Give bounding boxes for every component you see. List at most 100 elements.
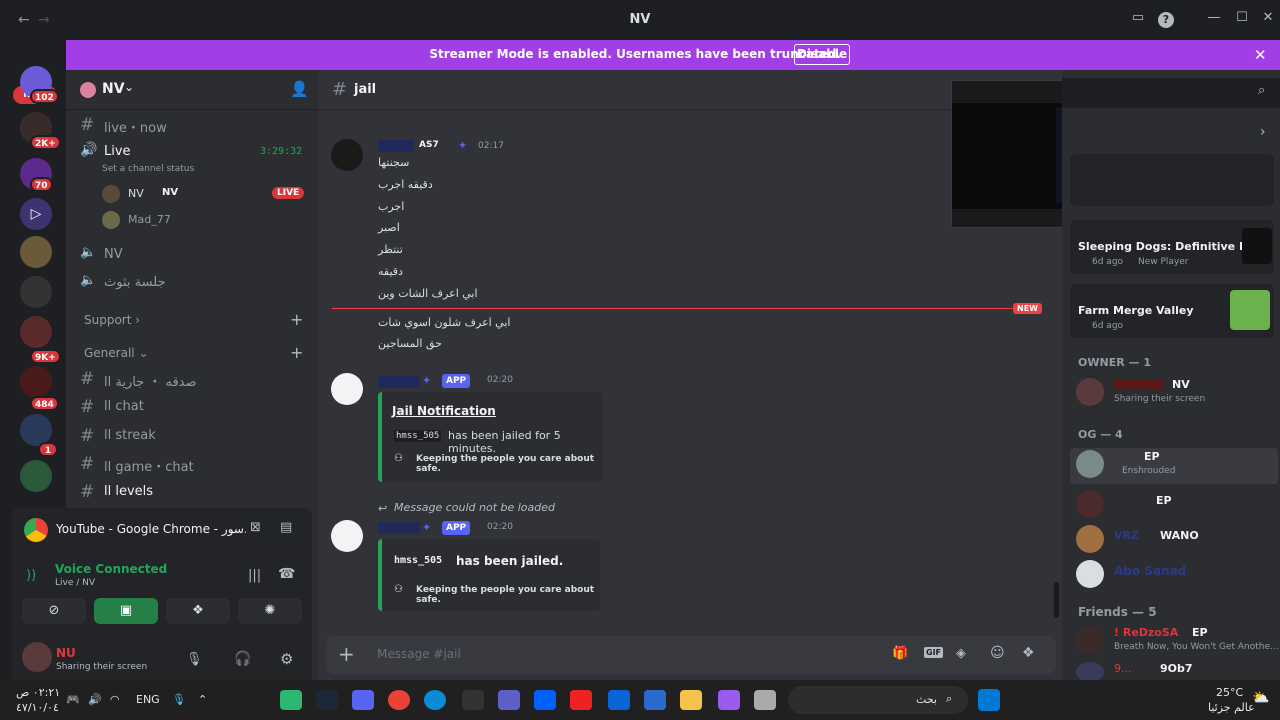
bot-avatar[interactable] [331, 373, 363, 405]
server-header[interactable]: NV ⌄ 👤 [66, 70, 318, 110]
avatar[interactable] [331, 139, 363, 171]
headphones-icon[interactable]: 🎧 [234, 651, 251, 667]
member-friend[interactable]: 9... 9Ob7 [1076, 660, 1276, 682]
hidden-username[interactable] [378, 140, 414, 152]
language-indicator[interactable]: ENG [136, 693, 160, 706]
voice-channel-session[interactable]: 🔈 جلسة بثوث [80, 271, 310, 295]
dropbox-icon[interactable] [534, 690, 556, 710]
stream-settings-icon[interactable]: ▤ [280, 520, 292, 535]
teams-icon[interactable] [498, 690, 520, 710]
clock-date[interactable]: ٤٧/١٠/٠٤ [16, 701, 59, 714]
category-general[interactable]: Generall ⌄ [84, 346, 149, 360]
activities-button[interactable]: ❖ [166, 598, 230, 624]
member-og[interactable]: EP Enshrouded [1070, 448, 1278, 484]
disconnect-icon[interactable]: ☎ [278, 566, 295, 582]
voice-user[interactable]: Mad_77 [102, 211, 302, 231]
soundboard-button[interactable]: ✺ [238, 598, 302, 624]
server-icon[interactable] [20, 316, 52, 348]
gear-icon[interactable]: ⚙ [280, 650, 293, 668]
taskbar-app-icon[interactable] [570, 690, 592, 710]
mail-icon[interactable] [608, 690, 630, 710]
channel-sadaqa[interactable]: # صدقه ・ جارية اا [80, 367, 310, 391]
epic-games-icon[interactable] [462, 690, 484, 710]
microphone-icon[interactable]: 🎙 [186, 652, 203, 667]
activity-placeholder-card[interactable] [1070, 154, 1274, 206]
stop-stream-icon[interactable]: ⊠ [250, 520, 261, 535]
minimize-icon[interactable]: — [1204, 10, 1224, 30]
weather-icon[interactable]: ⛅ [1252, 690, 1269, 706]
copilot-icon[interactable] [718, 690, 740, 710]
gift-icon[interactable]: 🎁 [892, 646, 908, 661]
maximize-icon[interactable]: ☐ [1232, 10, 1252, 30]
tray-overflow-icon[interactable]: ⌃ [198, 693, 207, 706]
clock-time[interactable]: ٠٢:٢١ ص [16, 686, 60, 699]
noise-suppression-icon[interactable]: ||| [248, 568, 261, 583]
toggle-camera-button[interactable]: ⊘ [22, 598, 86, 624]
add-channel-icon[interactable]: + [290, 343, 303, 362]
voice-channel-live[interactable]: 🔊 Live 3:29:32 [80, 140, 310, 164]
bot-avatar[interactable] [331, 520, 363, 552]
close-banner-icon[interactable]: ✕ [1254, 46, 1267, 64]
signal-icon[interactable]: )) [26, 568, 36, 583]
apps-icon[interactable]: ❖ [1022, 645, 1035, 661]
file-explorer-icon[interactable] [680, 690, 702, 710]
inbox-icon[interactable]: ▭ [1128, 10, 1148, 30]
store-icon[interactable] [644, 690, 666, 710]
weather-desc[interactable]: عالم جزئيا [1208, 701, 1255, 714]
discord-icon[interactable] [352, 690, 374, 710]
steam-icon[interactable] [316, 690, 338, 710]
screen-share-card[interactable]: YouTube - Google Chrome - سور... ⊠ ▤ [12, 508, 312, 552]
close-window-icon[interactable]: ✕ [1258, 10, 1278, 30]
taskbar-search[interactable]: بحث ⌕ [788, 686, 968, 714]
disable-streamer-mode-button[interactable]: Disable [794, 44, 850, 65]
chrome-icon[interactable] [388, 690, 410, 710]
activity-card[interactable]: Sleeping Dogs: Definitive E... 6d ago Ne… [1070, 220, 1274, 274]
hidden-username[interactable] [378, 376, 420, 388]
weather-temp[interactable]: 25°C [1216, 686, 1243, 699]
server-icon[interactable]: ▷ [20, 198, 52, 230]
screen-share-button[interactable]: ▣ [94, 598, 158, 624]
channel-live-now[interactable]: # live・now [80, 113, 310, 137]
emoji-icon[interactable]: ☺ [990, 645, 1005, 661]
member-search[interactable]: ⌕ [1062, 78, 1280, 108]
chevron-right-icon[interactable]: › [1260, 124, 1266, 140]
invite-people-icon[interactable]: 👤 [290, 80, 309, 98]
channel-chat[interactable]: # اا chat [80, 395, 310, 419]
member-owner[interactable]: NV Sharing their screen [1076, 376, 1276, 412]
user-name[interactable]: NU [56, 646, 76, 660]
channel-game-chat[interactable]: # اا game・chat [80, 452, 310, 476]
edge-icon[interactable] [424, 690, 446, 710]
voice-channel-path[interactable]: Live / NV [55, 578, 95, 588]
activity-card[interactable]: Farm Merge Valley 6d ago [1070, 284, 1274, 338]
add-channel-icon[interactable]: + [290, 310, 303, 329]
hidden-username[interactable] [378, 522, 420, 534]
chat-scrollbar[interactable] [1054, 582, 1059, 618]
microphone-tray-icon[interactable]: 🎙 [172, 693, 186, 706]
attach-plus-icon[interactable]: + [338, 642, 355, 666]
gamepad-icon[interactable]: 🎮 [66, 693, 80, 706]
voice-channel-nv[interactable]: 🔈 NV [80, 243, 310, 267]
sticker-icon[interactable]: ◈ [956, 646, 966, 661]
embed-title[interactable]: Jail Notification [392, 404, 496, 418]
server-icon[interactable] [20, 366, 52, 398]
category-support[interactable]: Support › [84, 313, 140, 327]
voice-user[interactable]: NV NV LIVE [102, 185, 316, 205]
member-friend[interactable]: ! ReDzoSA EP Breath Now, You Won't Get A… [1076, 624, 1279, 660]
volume-icon[interactable]: 🔊 [88, 693, 102, 706]
task-view-icon[interactable] [754, 690, 776, 710]
member-og[interactable]: Abo Sanad [1076, 558, 1276, 594]
server-icon[interactable] [20, 236, 52, 268]
server-icon[interactable] [20, 276, 52, 308]
help-icon[interactable]: ? [1158, 12, 1174, 28]
channel-levels[interactable]: # اا levels [80, 480, 310, 504]
windows-start-icon[interactable] [978, 689, 1000, 711]
server-icon[interactable] [20, 460, 52, 492]
channel-status-prompt[interactable]: Set a channel status [102, 164, 194, 174]
avatar[interactable] [22, 642, 52, 672]
taskbar-app-icon[interactable] [280, 690, 302, 710]
channel-streak[interactable]: # اا streak [80, 424, 310, 448]
member-og[interactable]: EP [1076, 488, 1276, 524]
message-input[interactable]: Message #jail [377, 647, 461, 661]
wifi-icon[interactable]: ◠ [110, 693, 120, 706]
member-og[interactable]: VRZ WANO [1076, 523, 1276, 559]
